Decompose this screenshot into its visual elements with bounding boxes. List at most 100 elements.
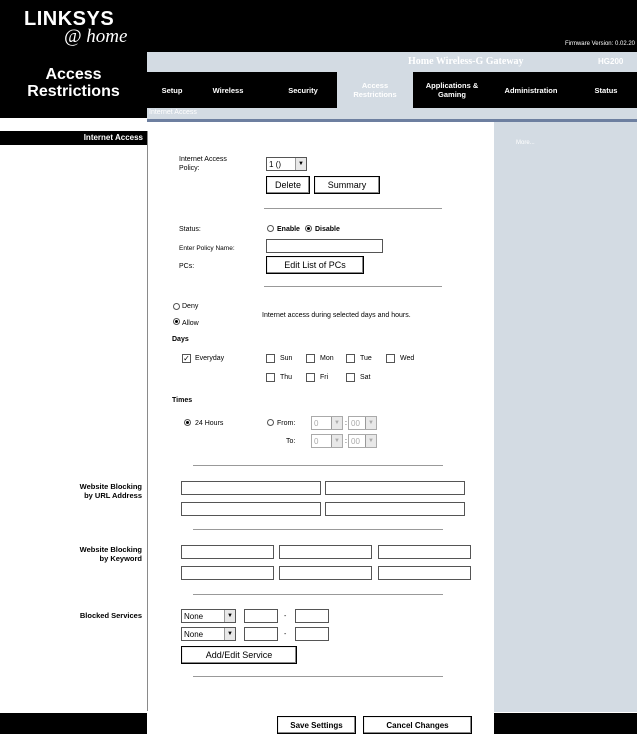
from-hour-select[interactable]: 0 ▼ [311, 416, 343, 430]
divider [264, 208, 442, 209]
gateway-bar [147, 52, 637, 72]
summary-button[interactable]: Summary [314, 176, 380, 194]
deny-radio[interactable] [173, 303, 180, 310]
chevron-down-icon: ▼ [295, 158, 306, 170]
url-field-2[interactable] [325, 481, 465, 495]
url-blocking-label: Website Blocking by URL Address [79, 482, 142, 500]
times-label: Times [172, 397, 193, 404]
service-select-1[interactable]: None ▼ [181, 609, 236, 623]
tue-label: Tue [360, 355, 372, 362]
from-minute-select[interactable]: 00 ▼ [348, 416, 377, 430]
footer-right [494, 713, 637, 734]
divider [193, 594, 443, 595]
gateway-name: Home Wireless-G Gateway [408, 56, 524, 67]
fri-checkbox[interactable] [306, 373, 315, 382]
tab-status[interactable]: Status [584, 72, 628, 108]
enable-radio[interactable] [267, 225, 274, 232]
service-port-end-2[interactable] [295, 627, 329, 641]
help-panel [494, 122, 637, 712]
sat-checkbox[interactable] [346, 373, 355, 382]
service-select-2[interactable]: None ▼ [181, 627, 236, 641]
more-link[interactable]: More... [516, 140, 535, 146]
service-port-start-1[interactable] [244, 609, 278, 623]
everyday-checkbox[interactable]: ✓ [182, 354, 191, 363]
everyday-label: Everyday [195, 355, 225, 362]
time-colon: : [345, 438, 347, 445]
subtab-bar [147, 108, 637, 119]
cancel-changes-button[interactable]: Cancel Changes [363, 716, 472, 734]
subtab-internet-access[interactable]: Internet Access [149, 109, 197, 116]
sun-checkbox[interactable] [266, 354, 275, 363]
tab-security[interactable]: Security [281, 72, 325, 108]
add-edit-service-button[interactable]: Add/Edit Service [181, 646, 297, 664]
policy-label: Internet Access Policy: [179, 156, 227, 172]
tab-administration[interactable]: Administration [492, 72, 570, 108]
range-dash: - [284, 631, 287, 638]
fri-label: Fri [320, 374, 329, 381]
url-field-4[interactable] [325, 502, 465, 516]
access-description: Internet access during selected days and… [262, 312, 411, 319]
to-hour-select[interactable]: 0 ▼ [311, 434, 343, 448]
policy-name-input[interactable] [266, 239, 383, 253]
sun-label: Sun [280, 355, 293, 362]
save-settings-button[interactable]: Save Settings [277, 716, 356, 734]
sat-label: Sat [360, 374, 371, 381]
tab-wireless[interactable]: Wireless [206, 72, 250, 108]
wed-checkbox[interactable] [386, 354, 395, 363]
keyword-field-3[interactable] [378, 545, 471, 559]
blocked-services-label: Blocked Services [79, 611, 142, 620]
policy-name-label: Enter Policy Name: [179, 245, 235, 252]
chevron-down-icon: ▼ [224, 628, 235, 640]
allow-label: Allow [182, 320, 199, 327]
edit-pcs-button[interactable]: Edit List of PCs [266, 256, 364, 274]
chevron-down-icon: ▼ [365, 417, 376, 429]
thu-checkbox[interactable] [266, 373, 275, 382]
divider [193, 529, 443, 530]
gateway-model: HG200 [598, 57, 624, 66]
disable-radio[interactable] [305, 225, 312, 232]
status-label: Status: [179, 226, 201, 233]
divider [264, 286, 442, 287]
mon-label: Mon [320, 355, 334, 362]
chevron-down-icon: ▼ [331, 435, 342, 447]
allow-radio[interactable] [173, 318, 180, 325]
url-field-3[interactable] [181, 502, 321, 516]
tab-access-restrictions[interactable]: Access Restrictions [341, 72, 409, 108]
from-label: From: [277, 420, 296, 427]
keyword-field-5[interactable] [279, 566, 372, 580]
enable-label: Enable [277, 226, 300, 233]
deny-label: Deny [182, 303, 199, 310]
divider [193, 676, 443, 677]
tab-applications-gaming[interactable]: Applications & Gaming [420, 72, 484, 108]
mon-checkbox[interactable] [306, 354, 315, 363]
service-port-start-2[interactable] [244, 627, 278, 641]
service-port-end-1[interactable] [295, 609, 329, 623]
keyword-field-4[interactable] [181, 566, 274, 580]
keyword-blocking-label: Website Blocking by Keyword [79, 545, 142, 563]
24-hours-label: 24 Hours [195, 420, 224, 427]
keyword-field-6[interactable] [378, 566, 471, 580]
keyword-field-1[interactable] [181, 545, 274, 559]
keyword-field-2[interactable] [279, 545, 372, 559]
column-divider [147, 131, 148, 711]
delete-button[interactable]: Delete [266, 176, 310, 194]
policy-select[interactable]: 1 () ▼ [266, 157, 307, 171]
divider [193, 465, 443, 466]
disable-label: Disable [315, 226, 340, 233]
24-hours-radio[interactable] [184, 419, 191, 426]
from-radio[interactable] [267, 419, 274, 426]
tue-checkbox[interactable] [346, 354, 355, 363]
thu-label: Thu [280, 374, 293, 381]
to-minute-select[interactable]: 00 ▼ [348, 434, 377, 448]
page-title: Access Restrictions [27, 66, 120, 100]
logo-home-text: @ home [64, 26, 128, 47]
chevron-down-icon: ▼ [224, 610, 235, 622]
days-label: Days [172, 336, 189, 343]
firmware-version: Firmware Version: 0.02.20 [564, 41, 635, 47]
tab-setup[interactable]: Setup [153, 72, 191, 108]
section-title: Internet Access [83, 133, 143, 142]
url-field-1[interactable] [181, 481, 321, 495]
chevron-down-icon: ▼ [331, 417, 342, 429]
time-colon: : [345, 420, 347, 427]
range-dash: - [284, 613, 287, 620]
